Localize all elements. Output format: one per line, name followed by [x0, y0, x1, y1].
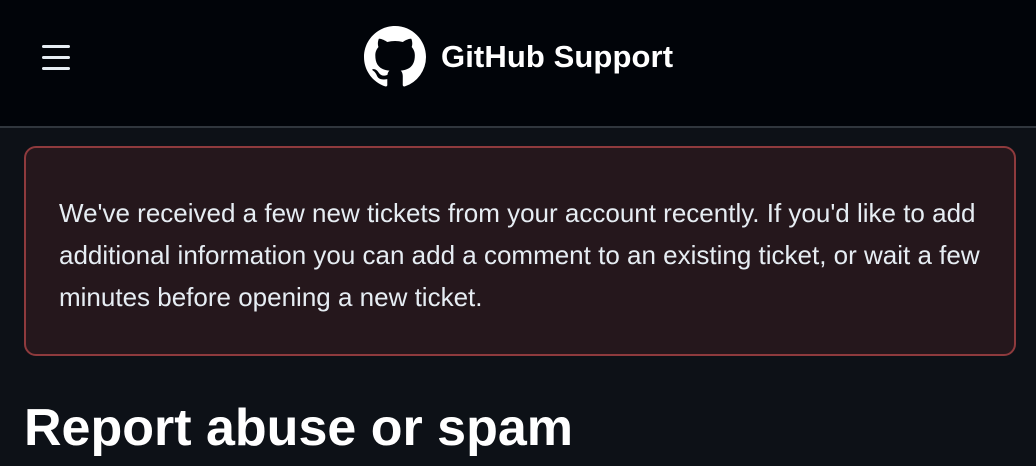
page-title: Report abuse or spam — [24, 399, 574, 457]
github-octocat-icon — [364, 26, 426, 88]
flash-message: We've received a few new tickets from yo… — [59, 198, 980, 312]
site-header: GitHub Support — [0, 0, 1036, 128]
github-support-home-link[interactable]: GitHub Support — [364, 26, 673, 88]
error-flash-banner: We've received a few new tickets from yo… — [24, 146, 1016, 356]
site-title: GitHub Support — [441, 39, 674, 74]
menu-button[interactable] — [38, 40, 74, 76]
